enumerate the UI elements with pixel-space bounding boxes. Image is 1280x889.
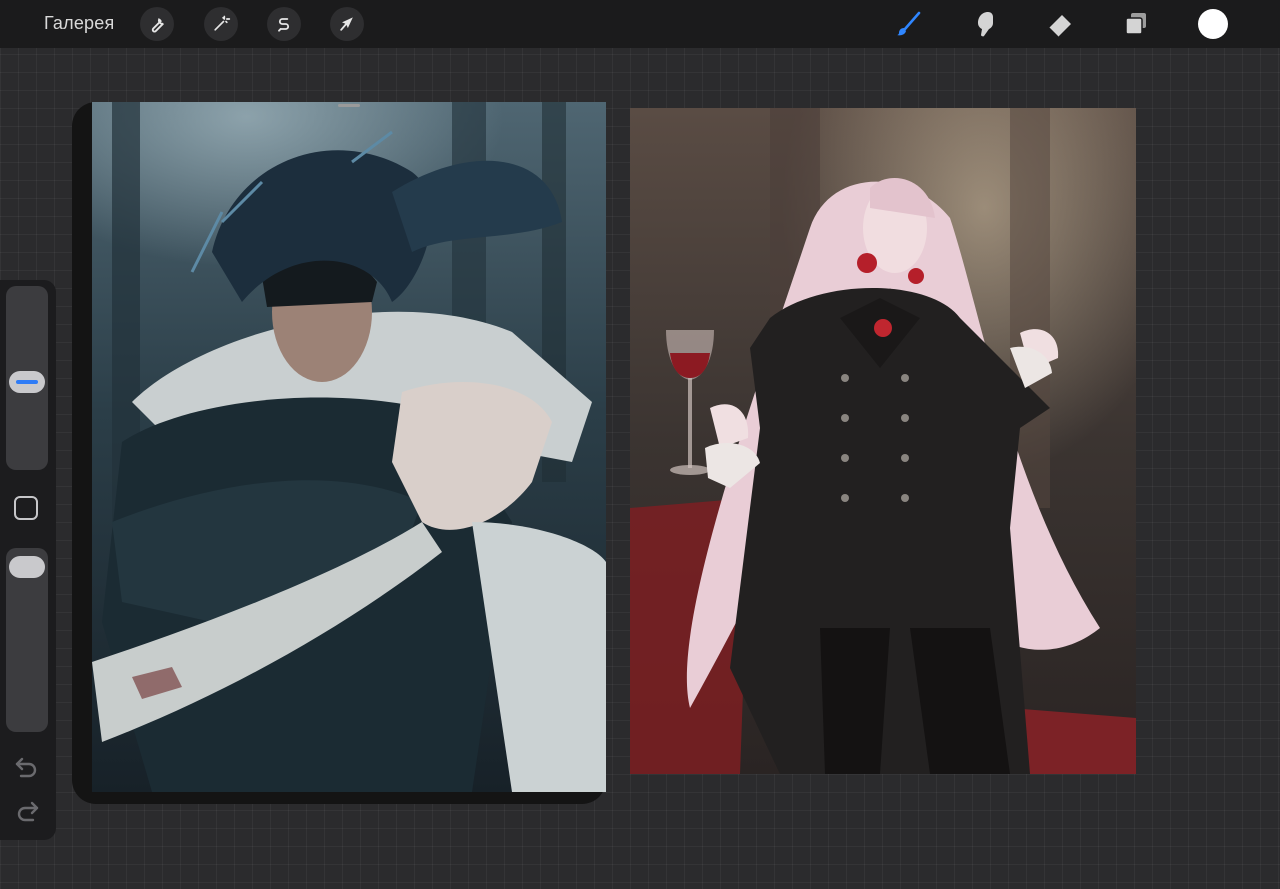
eraser-icon[interactable] — [1043, 8, 1077, 40]
smudge-icon[interactable] — [968, 8, 1002, 40]
artwork-pale-haired-vampire — [630, 108, 1136, 774]
wrench-icon[interactable] — [140, 7, 174, 41]
brush-size-slider[interactable] — [6, 286, 48, 470]
top-toolbar: Галерея — [0, 0, 1280, 48]
magic-wand-icon[interactable] — [204, 7, 238, 41]
modify-button[interactable] — [14, 496, 38, 520]
artwork-dark-haired-warrior — [92, 102, 606, 792]
opacity-slider[interactable] — [6, 548, 48, 732]
color-picker-button[interactable] — [1198, 9, 1228, 39]
redo-icon[interactable] — [13, 798, 41, 824]
opacity-handle[interactable] — [9, 555, 45, 578]
gallery-button[interactable]: Галерея — [44, 13, 114, 34]
canvas-grab-handle[interactable] — [338, 104, 360, 107]
left-sidebar — [0, 280, 56, 840]
layers-icon[interactable] — [1119, 8, 1153, 40]
transform-arrow-icon[interactable] — [330, 7, 364, 41]
brush-size-handle[interactable] — [9, 371, 45, 394]
selection-icon[interactable] — [267, 7, 301, 41]
brush-icon[interactable] — [892, 8, 926, 40]
undo-icon[interactable] — [13, 754, 41, 780]
size-indicator — [16, 380, 38, 385]
